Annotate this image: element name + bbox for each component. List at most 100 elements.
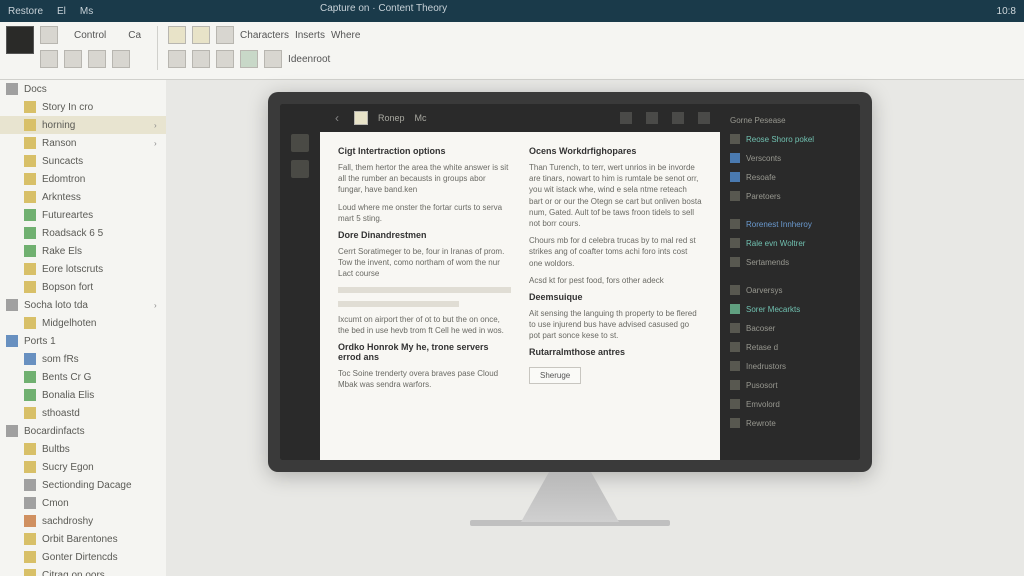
screen-activity-bar — [280, 104, 320, 460]
sidebar-item[interactable]: sachdroshy — [0, 512, 166, 530]
tab-title[interactable]: Ronep — [378, 113, 405, 123]
inspector-item[interactable]: Rewrote — [726, 415, 854, 431]
folder-icon — [24, 119, 36, 131]
toolbar-icon[interactable] — [646, 112, 658, 124]
inspector-item[interactable]: Rale evn Woltrer — [726, 235, 854, 251]
inspector-item[interactable]: Oarversys — [726, 282, 854, 298]
folder-icon — [6, 335, 18, 347]
tab-where[interactable]: Where — [331, 30, 360, 41]
tool-icon[interactable] — [240, 50, 258, 68]
back-button[interactable]: ‹ — [330, 111, 344, 125]
view-icon[interactable] — [168, 26, 186, 44]
inspector-item[interactable]: Reose Shoro pokel — [726, 131, 854, 147]
toolbar-icon[interactable] — [672, 112, 684, 124]
tab-inserts[interactable]: Inserts — [295, 30, 325, 41]
inspector-item[interactable]: Pusosort — [726, 377, 854, 393]
sidebar-item[interactable]: Orbit Barentones — [0, 530, 166, 548]
sidebar-item[interactable]: Futureartes — [0, 206, 166, 224]
item-icon — [730, 342, 740, 352]
sidebar-item[interactable]: Bents Cr G — [0, 368, 166, 386]
view-icon[interactable] — [216, 26, 234, 44]
sidebar-item[interactable]: Sucry Egon — [0, 458, 166, 476]
item-icon — [730, 380, 740, 390]
sidebar-item[interactable]: Sectionding Dacage — [0, 476, 166, 494]
title-center: Capture on · Content Theory — [320, 3, 447, 14]
sidebar-item[interactable]: Eore lotscruts — [0, 260, 166, 278]
sidebar-item[interactable]: horning› — [0, 116, 166, 134]
sidebar-item[interactable]: Cmon — [0, 494, 166, 512]
sidebar-item[interactable]: Bonalia Elis — [0, 386, 166, 404]
item-icon — [730, 399, 740, 409]
tab-characters[interactable]: Characters — [240, 30, 289, 41]
tool-icon[interactable] — [168, 50, 186, 68]
sidebar-item[interactable]: Roadsack 6 5 — [0, 224, 166, 242]
inspector-item[interactable]: Inedrustors — [726, 358, 854, 374]
inspector-item[interactable]: Paretoers — [726, 188, 854, 204]
tool-icon[interactable] — [64, 50, 82, 68]
inspector-label: Rale evn Woltrer — [746, 239, 805, 248]
sidebar-item-label: Cmon — [42, 498, 69, 509]
inspector-item[interactable]: Retase d — [726, 339, 854, 355]
tab-mode[interactable]: Mc — [415, 113, 427, 123]
ribbon-control[interactable]: Control — [68, 28, 112, 43]
toolbar-icon[interactable] — [698, 112, 710, 124]
sidebar-item-label: Futureartes — [42, 210, 93, 221]
sidebar-item[interactable]: Socha loto tda› — [0, 296, 166, 314]
item-icon — [730, 172, 740, 182]
sidebar-item[interactable]: Citrag on oors — [0, 566, 166, 576]
sidebar-item[interactable]: som fRs — [0, 350, 166, 368]
inspector-label: Paretoers — [746, 192, 781, 201]
tool-icon[interactable] — [88, 50, 106, 68]
sidebar-item-label: Bents Cr G — [42, 372, 91, 383]
inspector-item[interactable]: Sorer Mecarkts — [726, 301, 854, 317]
sidebar-item[interactable]: Bultbs — [0, 440, 166, 458]
sidebar-item[interactable]: Docs — [0, 80, 166, 98]
folder-icon — [6, 83, 18, 95]
ribbon-ca[interactable]: Ca — [122, 28, 147, 43]
tool-icon[interactable] — [112, 50, 130, 68]
tool-icon[interactable] — [40, 26, 58, 44]
tool-icon[interactable] — [40, 50, 58, 68]
folder-icon — [24, 569, 36, 576]
item-icon — [730, 285, 740, 295]
activity-icon[interactable] — [291, 160, 309, 178]
inspector-item[interactable]: Rorenest Innheroy — [726, 216, 854, 232]
sidebar-item-label: Eore lotscruts — [42, 264, 103, 275]
inspector-item[interactable]: Resoafe — [726, 169, 854, 185]
item-icon — [730, 361, 740, 371]
sidebar-item[interactable]: Ranson› — [0, 134, 166, 152]
sidebar-item[interactable]: Gonter Dirtencds — [0, 548, 166, 566]
sidebar-item[interactable]: Edomtron — [0, 170, 166, 188]
tool-icon[interactable] — [264, 50, 282, 68]
sidebar-item[interactable]: Arkntess — [0, 188, 166, 206]
sidebar-item[interactable]: Midgelhoten — [0, 314, 166, 332]
screen-tabbar: ‹ Ronep Mc — [320, 104, 720, 132]
sidebar-item[interactable]: sthoastd — [0, 404, 166, 422]
menu-restore[interactable]: Restore — [8, 6, 43, 17]
inspector-item[interactable]: Bacoser — [726, 320, 854, 336]
sidebar-item[interactable]: Suncacts — [0, 152, 166, 170]
sidebar-item-label: Edomtron — [42, 174, 85, 185]
folder-icon — [24, 551, 36, 563]
sidebar-item-label: Arkntess — [42, 192, 81, 203]
inspector-item[interactable]: Versconts — [726, 150, 854, 166]
ribbon-ideenroot[interactable]: Ideenroot — [288, 54, 330, 65]
sidebar-item[interactable]: Rake Els — [0, 242, 166, 260]
sidebar-item-label: Story In cro — [42, 102, 93, 113]
doc-button[interactable]: Sheruge — [529, 367, 581, 384]
inspector-label: Emvolord — [746, 400, 780, 409]
toolbar-icon[interactable] — [620, 112, 632, 124]
folder-icon — [24, 155, 36, 167]
activity-icon[interactable] — [291, 134, 309, 152]
tool-icon[interactable] — [192, 50, 210, 68]
inspector-item[interactable]: Sertamends — [726, 254, 854, 270]
menu-ms[interactable]: Ms — [80, 6, 93, 17]
sidebar-item[interactable]: Ports 1 — [0, 332, 166, 350]
sidebar-item[interactable]: Story In cro — [0, 98, 166, 116]
sidebar-item[interactable]: Bocardinfacts — [0, 422, 166, 440]
tool-icon[interactable] — [216, 50, 234, 68]
inspector-item[interactable]: Emvolord — [726, 396, 854, 412]
menu-el[interactable]: El — [57, 6, 66, 17]
sidebar-item[interactable]: Bopson fort — [0, 278, 166, 296]
view-icon[interactable] — [192, 26, 210, 44]
